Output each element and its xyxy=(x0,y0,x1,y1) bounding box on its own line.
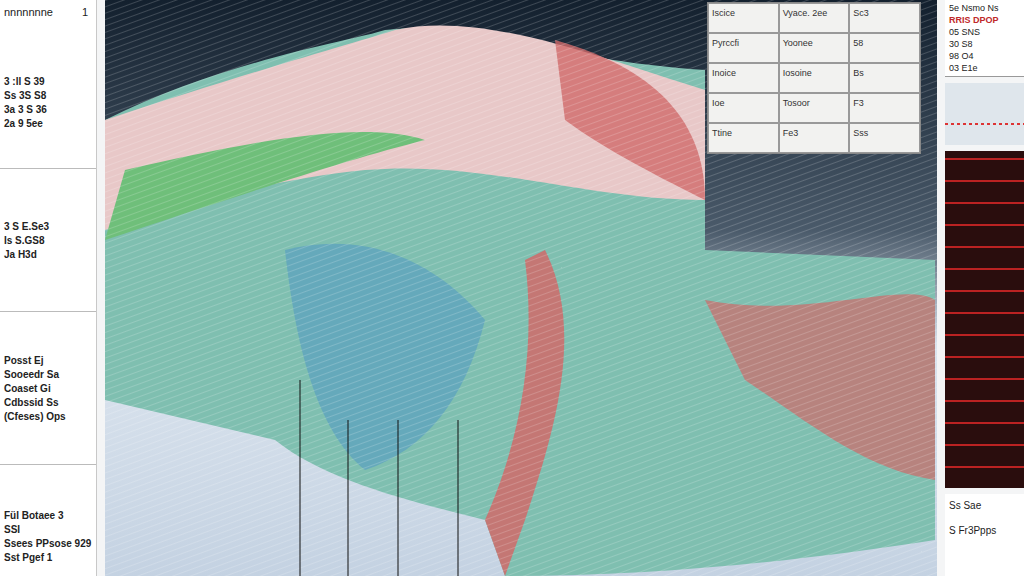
data-table: IsciceVyace. 2eeSc3 PyrccfiYoonee58 Inoice… xyxy=(707,2,921,154)
panel-item: SSI xyxy=(4,524,92,535)
info-row: 05 SNS xyxy=(949,27,1023,37)
signal-strips xyxy=(945,151,1024,488)
info-row: 98 O4 xyxy=(949,51,1023,61)
table-cell: Vyace. 2ee xyxy=(779,3,850,33)
table-cell: Inoice xyxy=(708,63,779,93)
table-cell: Pyrccfi xyxy=(708,33,779,63)
footer-text: Ss Sae xyxy=(949,500,1023,511)
info-header: 5e Nsmo Ns xyxy=(949,3,1023,13)
table-cell: Sss xyxy=(849,123,920,153)
panel-header: nnnnnnne 1 xyxy=(0,0,96,36)
info-row: 03 E1e xyxy=(949,63,1023,73)
panel-badge: 1 xyxy=(82,6,88,36)
info-alert: RRIS DPOP xyxy=(949,15,1023,25)
panel-item: Is S.GS8 xyxy=(4,235,92,246)
table-cell: Ttine xyxy=(708,123,779,153)
panel-title: nnnnnnne xyxy=(4,6,53,36)
table-cell: Yoonee xyxy=(779,33,850,63)
panel-item: Ssees PPsose 929 xyxy=(4,538,92,549)
info-row: 30 S8 xyxy=(949,39,1023,49)
table-cell: Tosoor xyxy=(779,93,850,123)
panel-item: (Cfeses) Ops xyxy=(4,411,92,422)
table-cell: Ioe xyxy=(708,93,779,123)
panel-section: 3 :ll S 39 Ss 3S S8 3a 3 S 36 2a 9 5ee xyxy=(0,36,96,169)
panel-section: 3 S E.Se3 Is S.GS8 Ja H3d xyxy=(0,169,96,312)
table-cell: F3 xyxy=(849,93,920,123)
panel-item: Posst Ej xyxy=(4,355,92,366)
footer-text: S Fr3Ppps xyxy=(949,525,1023,536)
panel-item: 3 :ll S 39 xyxy=(4,76,92,87)
info-panel: 5e Nsmo Ns RRIS DPOP 05 SNS 30 S8 98 O4 03 E1… xyxy=(945,0,1024,77)
panel-item: Ss 3S S8 xyxy=(4,90,92,101)
info-footer: Ss Sae S Fr3Ppps xyxy=(945,494,1024,576)
table-cell: Iscice xyxy=(708,3,779,33)
table-cell: Bs xyxy=(849,63,920,93)
panel-item: Fül Botaee 3 xyxy=(4,510,92,521)
panel-item: Coaset Gi xyxy=(4,383,92,394)
table-cell: Fe3 xyxy=(779,123,850,153)
panel-item: Sooeedr Sa xyxy=(4,369,92,380)
layer-panel: nnnnnnne 1 3 :ll S 39 Ss 3S S8 3a 3 S 36 2a 9… xyxy=(0,0,97,576)
table-cell: Sc3 xyxy=(849,3,920,33)
panel-item: Cdbssid Ss xyxy=(4,397,92,408)
info-column: 5e Nsmo Ns RRIS DPOP 05 SNS 30 S8 98 O4 03 E1… xyxy=(945,0,1024,576)
terrain-map[interactable]: IsciceVyace. 2eeSc3 PyrccfiYoonee58 Inoice… xyxy=(105,0,937,576)
table-cell: Iosoine xyxy=(779,63,850,93)
panel-item: 2a 9 5ee xyxy=(4,118,92,129)
panel-item: 3a 3 S 36 xyxy=(4,104,92,115)
panel-item: Sst Pgef 1 xyxy=(4,552,92,563)
signal-chart xyxy=(945,83,1024,145)
panel-item: Ja H3d xyxy=(4,249,92,260)
table-cell: 58 xyxy=(849,33,920,63)
panel-section: Fül Botaee 3 SSI Ssees PPsose 929 Sst Pgef … xyxy=(0,465,96,576)
panel-section: Posst Ej Sooeedr Sa Coaset Gi Cdbssid Ss (Cf… xyxy=(0,312,96,465)
panel-item: 3 S E.Se3 xyxy=(4,221,92,232)
